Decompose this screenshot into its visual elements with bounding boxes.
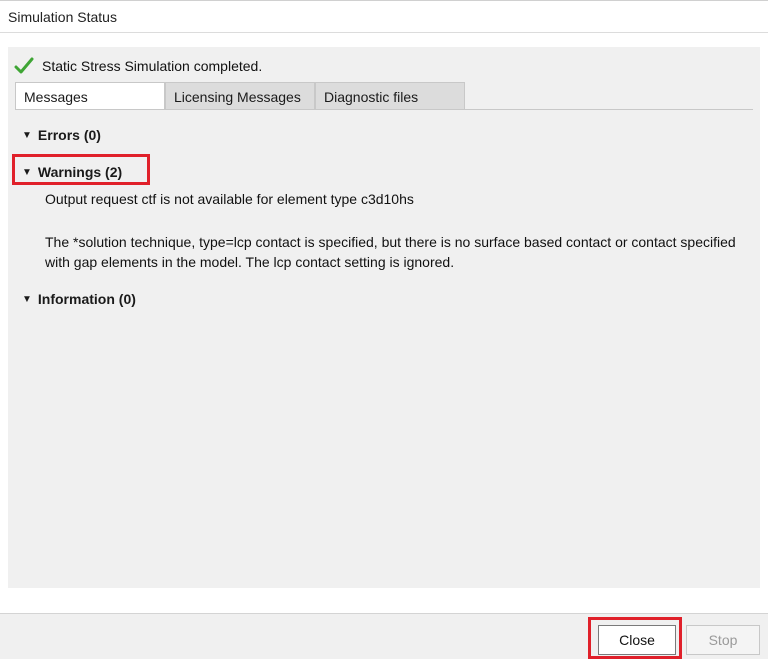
warnings-section-header[interactable]: ▼ Warnings (2) (22, 164, 122, 180)
window-title: Simulation Status (8, 9, 117, 25)
stop-button[interactable]: Stop (686, 625, 760, 655)
warnings-label: Warnings (2) (37, 164, 123, 180)
errors-label: Errors (0) (37, 127, 101, 143)
errors-section-header[interactable]: ▼ Errors (0) (22, 127, 101, 143)
status-row: Static Stress Simulation completed. (14, 54, 262, 78)
warning-message: Output request ctf is not available for … (45, 191, 414, 207)
check-icon (14, 57, 34, 74)
close-button[interactable]: Close (598, 625, 676, 655)
expand-triangle-icon: ▼ (22, 129, 32, 141)
tab-diagnostic-files[interactable]: Diagnostic files (315, 82, 465, 110)
expand-triangle-icon: ▼ (22, 293, 32, 305)
tab-divider (15, 109, 753, 110)
information-section-header[interactable]: ▼ Information (0) (22, 291, 136, 307)
title-bar: Simulation Status (0, 0, 768, 33)
messages-panel: Static Stress Simulation completed. Mess… (8, 47, 760, 588)
tab-bar: Messages Licensing Messages Diagnostic f… (15, 82, 465, 110)
tab-messages[interactable]: Messages (15, 82, 165, 110)
tab-licensing-messages[interactable]: Licensing Messages (165, 82, 315, 110)
warning-message: The *solution technique, type=lcp contac… (45, 234, 736, 270)
information-label: Information (0) (37, 291, 136, 307)
expand-triangle-icon: ▼ (22, 166, 32, 178)
status-text: Static Stress Simulation completed. (42, 58, 263, 74)
